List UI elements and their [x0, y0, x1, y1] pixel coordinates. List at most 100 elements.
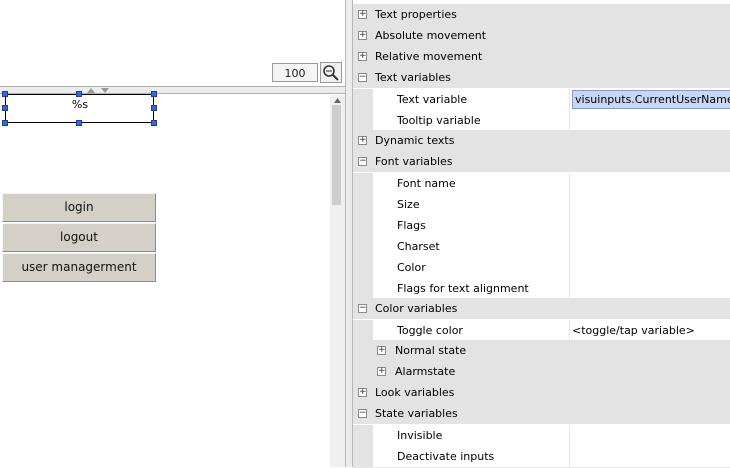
resize-handle[interactable] [151, 91, 157, 97]
column-separator [569, 257, 570, 278]
property-label: Look variables [375, 386, 455, 399]
column-separator [569, 89, 570, 110]
resize-handle[interactable] [2, 120, 8, 126]
expand-plus-icon[interactable]: + [377, 367, 386, 376]
expand-plus-icon[interactable]: + [358, 52, 367, 61]
pane-splitter[interactable] [345, 0, 353, 467]
row-indent [353, 278, 373, 299]
property-row[interactable]: Text variable visuinputs.CurrentUserName [353, 89, 730, 111]
property-label: Size [397, 198, 420, 211]
property-label: Charset [397, 240, 440, 253]
row-indent [353, 320, 373, 341]
property-label: Text variable [397, 93, 468, 106]
expand-plus-icon[interactable]: + [358, 31, 367, 40]
resize-handle[interactable] [151, 120, 157, 126]
property-row[interactable]: Flags for text alignment [353, 278, 730, 300]
resize-handle[interactable] [76, 91, 82, 97]
collapse-minus-icon[interactable]: − [358, 409, 367, 418]
row-indent [353, 173, 373, 194]
property-row[interactable]: Flags [353, 215, 730, 237]
scrollbar-thumb[interactable] [332, 105, 341, 205]
property-label: Dynamic texts [375, 134, 455, 147]
expand-plus-icon[interactable]: + [358, 388, 367, 397]
splitter-arrows-icon [87, 88, 109, 93]
property-label: Tooltip variable [397, 114, 481, 127]
collapse-minus-icon[interactable]: − [358, 157, 367, 166]
column-separator [569, 320, 570, 341]
resize-handle[interactable] [2, 105, 8, 111]
column-separator [569, 173, 570, 194]
property-group-row[interactable]: + Dynamic texts [353, 130, 730, 151]
property-label: Color variables [375, 302, 458, 315]
property-value[interactable]: <toggle/tap variable> [572, 320, 695, 341]
zoom-input[interactable]: 100 [272, 63, 318, 82]
property-label: Normal state [395, 344, 467, 357]
resize-handle[interactable] [2, 91, 8, 97]
property-label: Flags for text alignment [397, 282, 529, 295]
login-button[interactable]: login [2, 193, 156, 222]
property-label: Invisible [397, 429, 443, 442]
property-row[interactable]: Deactivate inputs [353, 446, 730, 468]
row-indent [353, 425, 373, 446]
row-indent [353, 236, 373, 257]
property-group-row[interactable]: + Look variables [353, 382, 730, 403]
row-indent [353, 89, 373, 110]
collapse-minus-icon[interactable]: − [358, 73, 367, 82]
property-label: Toggle color [397, 324, 463, 337]
property-value[interactable]: visuinputs.CurrentUserName [572, 90, 730, 109]
property-label: Font name [397, 177, 456, 190]
property-group-row[interactable]: + Absolute movement [353, 25, 730, 46]
resize-handle[interactable] [76, 120, 82, 126]
scroll-up-icon[interactable] [330, 95, 345, 105]
user-management-button[interactable]: user managerment [2, 253, 156, 282]
property-label: Absolute movement [375, 29, 487, 42]
column-separator [569, 425, 570, 446]
zoom-magnifier-icon[interactable] [320, 62, 342, 83]
resize-handle[interactable] [151, 105, 157, 111]
expand-plus-icon[interactable]: + [358, 136, 367, 145]
property-group-row[interactable]: + Text properties [353, 4, 730, 25]
property-group-row[interactable]: − Color variables [353, 298, 730, 319]
property-label: Text variables [375, 71, 451, 84]
property-row[interactable]: Font name [353, 173, 730, 195]
property-row[interactable]: Toggle color <toggle/tap variable> [353, 320, 730, 342]
property-label: Font variables [375, 155, 453, 168]
property-label: Text properties [375, 8, 457, 21]
row-indent [353, 110, 373, 131]
property-grid: + Text properties + Absolute movement + Relat… [353, 0, 730, 468]
element-placeholder-text: %s [71, 98, 89, 111]
logout-button[interactable]: logout [2, 223, 156, 252]
property-label: Flags [397, 219, 426, 232]
property-row[interactable]: Charset [353, 236, 730, 258]
column-separator [569, 215, 570, 236]
row-indent [353, 215, 373, 236]
column-separator [569, 446, 570, 467]
row-indent [353, 257, 373, 278]
property-label: State variables [375, 407, 458, 420]
property-group-row[interactable]: − State variables [353, 403, 730, 424]
property-label: Alarmstate [395, 365, 456, 378]
property-row[interactable]: Tooltip variable [353, 110, 730, 132]
property-row[interactable]: Color [353, 257, 730, 279]
editor-splitter[interactable] [0, 86, 345, 94]
column-separator [569, 278, 570, 299]
row-indent [353, 446, 373, 467]
expand-plus-icon[interactable]: + [377, 346, 386, 355]
property-group-row[interactable]: − Text variables [353, 67, 730, 88]
property-label: Color [397, 261, 426, 274]
property-group-row[interactable]: + Relative movement [353, 46, 730, 67]
property-group-row[interactable]: + Alarmstate [353, 361, 730, 382]
row-indent [353, 194, 373, 215]
property-group-row[interactable]: − Font variables [353, 151, 730, 172]
property-label: Relative movement [375, 50, 483, 63]
expand-plus-icon[interactable]: + [358, 10, 367, 19]
property-row[interactable]: Size [353, 194, 730, 216]
property-label: Deactivate inputs [397, 450, 495, 463]
column-separator [569, 194, 570, 215]
column-separator [569, 236, 570, 257]
property-row[interactable]: Invisible [353, 425, 730, 447]
collapse-minus-icon[interactable]: − [358, 304, 367, 313]
selected-element-text: %s [68, 98, 92, 116]
property-group-row[interactable]: + Normal state [353, 340, 730, 361]
column-separator [569, 110, 570, 131]
